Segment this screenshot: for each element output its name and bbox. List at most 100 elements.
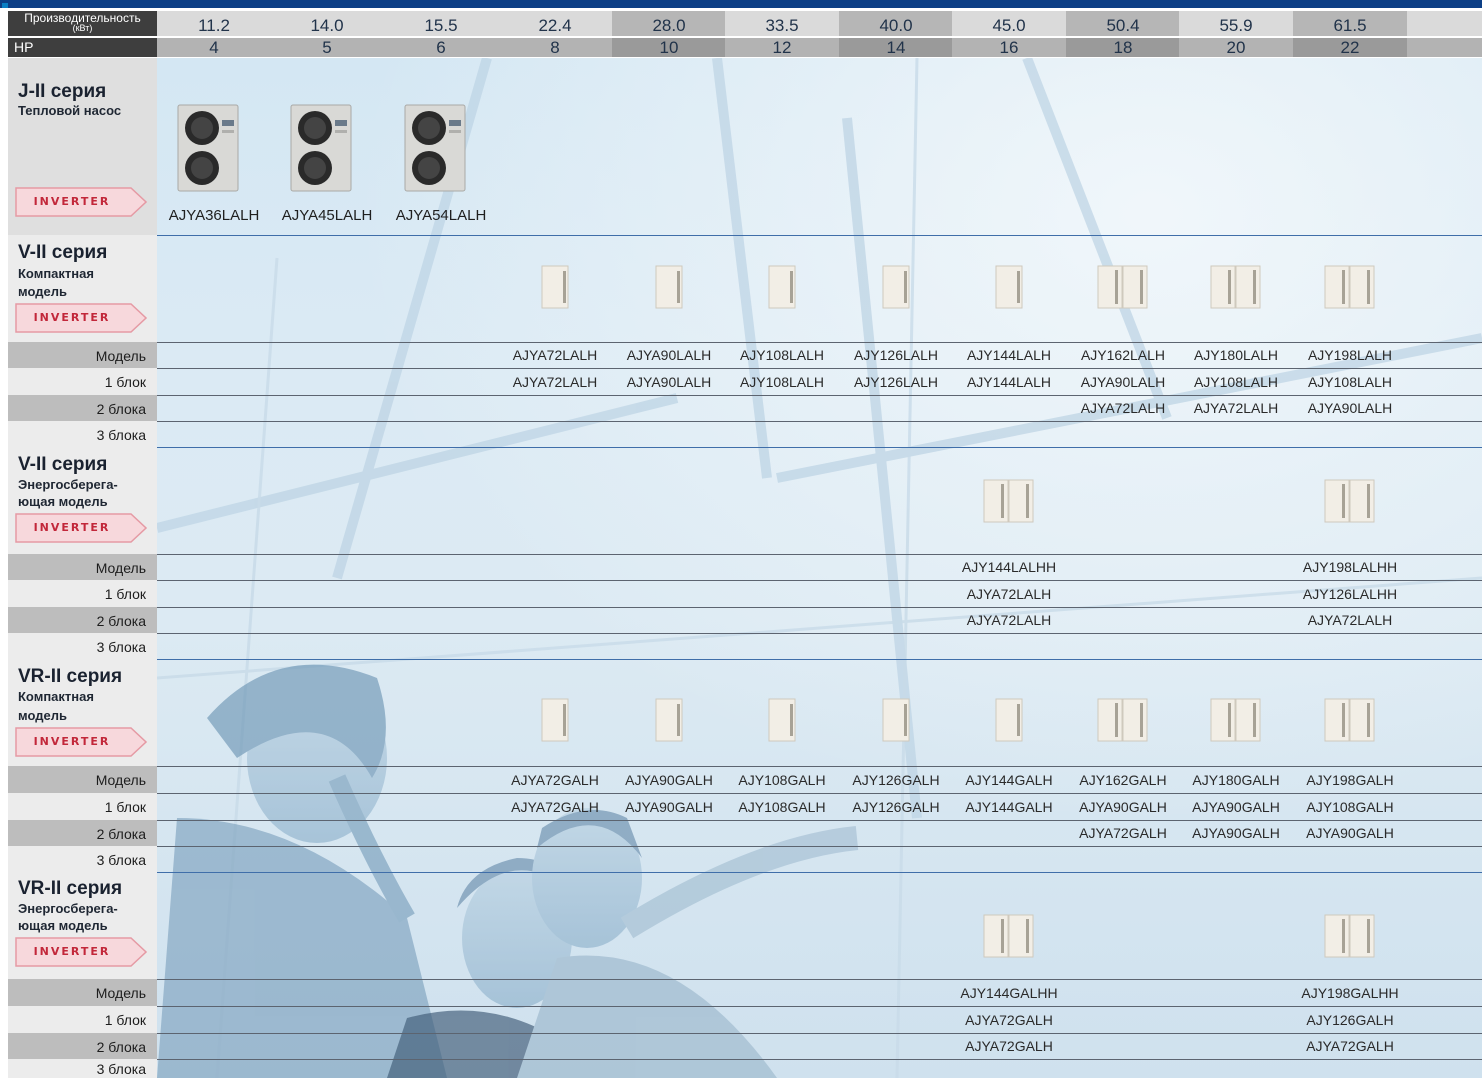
table-cell: AJY144LALH: [966, 347, 1052, 363]
table-cell: AJY198GALH: [1306, 772, 1394, 788]
top-banner-bar: [0, 0, 1482, 8]
table-cell: AJY108LALH: [1307, 374, 1393, 390]
outdoor-unit-image: [768, 698, 798, 742]
row-label: 1 блок: [8, 793, 157, 820]
table-cell: AJYA90GALH: [1306, 825, 1394, 841]
table-cell: AJY126GALH: [852, 772, 940, 788]
inverter-badge: INVERTER: [15, 513, 147, 543]
series-subtitle: Энергосберега-: [18, 901, 118, 916]
table-cell: AJY198GALHH: [1301, 985, 1399, 1001]
outdoor-unit-double-image: [1097, 698, 1149, 742]
outdoor-unit-image: [768, 265, 798, 309]
inverter-badge: INVERTER: [15, 303, 147, 333]
row-divider: [157, 1006, 1482, 1007]
table-cell: AJY126LALH: [853, 347, 939, 363]
hp-value: 12: [725, 38, 839, 57]
inverter-badge-text: INVERTER: [33, 521, 111, 534]
outdoor-unit-double-image: [983, 914, 1035, 958]
section-divider: [157, 235, 1482, 236]
model-caption: AJYA45LALH: [281, 207, 373, 224]
table-cell: AJY126LALH: [853, 374, 939, 390]
table-cell: AJYA90GALH: [625, 799, 713, 815]
series-title: J-II серия: [18, 81, 107, 102]
model-caption: AJYA36LALH: [168, 207, 260, 224]
series-title: V-II серия: [18, 454, 108, 475]
row-label: Модель: [8, 979, 157, 1006]
row-label: 1 блок: [8, 1006, 157, 1033]
row-label: Модель: [8, 554, 157, 580]
capacity-value: 14.0: [270, 11, 384, 36]
row-label: 2 блока: [8, 395, 157, 421]
outdoor-unit-image: [176, 104, 240, 192]
table-cell: AJYA72LALH: [1193, 400, 1279, 416]
table-cell: AJYA72GALH: [1306, 1038, 1394, 1054]
table-cell: AJY108LALH: [1193, 374, 1279, 390]
series-subtitle: Компактная: [18, 266, 94, 281]
table-cell: AJY144GALH: [965, 772, 1053, 788]
row-label: 1 блок: [8, 580, 157, 607]
outdoor-unit-double-image: [1210, 698, 1262, 742]
capacity-value: 45.0: [952, 11, 1066, 36]
row-divider: [157, 554, 1482, 555]
capacity-value: 15.5: [384, 11, 498, 36]
row-divider: [157, 607, 1482, 608]
table-cell: AJYA72LALH: [512, 347, 598, 363]
table-cell: AJYA90GALH: [1079, 799, 1167, 815]
table-cell: AJY198LALHH: [1302, 559, 1398, 575]
row-label: 3 блока: [8, 421, 157, 447]
row-divider: [157, 1059, 1482, 1060]
outdoor-unit-double-image: [1324, 698, 1376, 742]
hp-value: 4: [157, 38, 271, 57]
series-title: VR-II серия: [18, 878, 123, 899]
series-title: VR-II серия: [18, 666, 123, 687]
series-subtitle: Тепловой насос: [18, 103, 122, 118]
table-cell: AJYA90LALH: [1307, 400, 1393, 416]
table-cell: AJYA72GALH: [965, 1012, 1053, 1028]
table-cell: AJY126GALH: [852, 799, 940, 815]
capacity-value: 61.5: [1293, 11, 1407, 36]
hp-value: 6: [384, 38, 498, 57]
hp-value: 20: [1179, 38, 1293, 57]
outdoor-unit-image: [541, 265, 571, 309]
outdoor-unit-double-image: [1324, 914, 1376, 958]
capacity-unit-text: (кВт): [72, 23, 93, 33]
inverter-badge-text: INVERTER: [33, 735, 111, 748]
outdoor-unit-image: [995, 265, 1025, 309]
outdoor-unit-image: [995, 698, 1025, 742]
inverter-badge: INVERTER: [15, 937, 147, 967]
table-cell: AJY144GALH: [965, 799, 1053, 815]
outdoor-unit-image: [403, 104, 467, 192]
row-label: 2 блока: [8, 820, 157, 846]
table-cell: AJY144GALHH: [960, 985, 1058, 1001]
hp-header-label: HP: [8, 38, 157, 57]
table-cell: AJYA72GALH: [1079, 825, 1167, 841]
outdoor-unit-double-image: [1324, 265, 1376, 309]
series-subtitle: Компактная: [18, 689, 94, 704]
capacity-value: 40.0: [839, 11, 953, 36]
table-cell: AJY162GALH: [1079, 772, 1167, 788]
capacity-value: 55.9: [1179, 11, 1293, 36]
hp-value: 10: [612, 38, 726, 57]
outdoor-unit-double-image: [1097, 265, 1149, 309]
row-divider: [157, 421, 1482, 422]
outdoor-unit-image: [655, 698, 685, 742]
row-label: 3 блока: [8, 846, 157, 872]
series-subtitle: ющая модель: [18, 918, 108, 933]
table-cell: AJYA72LALH: [1080, 400, 1166, 416]
table-cell: AJY108LALH: [739, 374, 825, 390]
row-divider: [157, 846, 1482, 847]
table-cell: AJYA90GALH: [1192, 799, 1280, 815]
outdoor-unit-double-image: [1210, 265, 1262, 309]
section-divider: [157, 872, 1482, 873]
table-cell: AJY126LALHH: [1302, 586, 1398, 602]
inverter-badge: INVERTER: [15, 187, 147, 217]
table-cell: AJY180LALH: [1193, 347, 1279, 363]
hp-value: 16: [952, 38, 1066, 57]
table-cell: AJY108GALH: [738, 772, 826, 788]
outdoor-unit-image: [541, 698, 571, 742]
table-cell: AJYA72LALH: [966, 612, 1052, 628]
row-divider: [157, 580, 1482, 581]
row-divider: [157, 979, 1482, 980]
row-label: Модель: [8, 342, 157, 368]
table-cell: AJY144LALHH: [961, 559, 1057, 575]
